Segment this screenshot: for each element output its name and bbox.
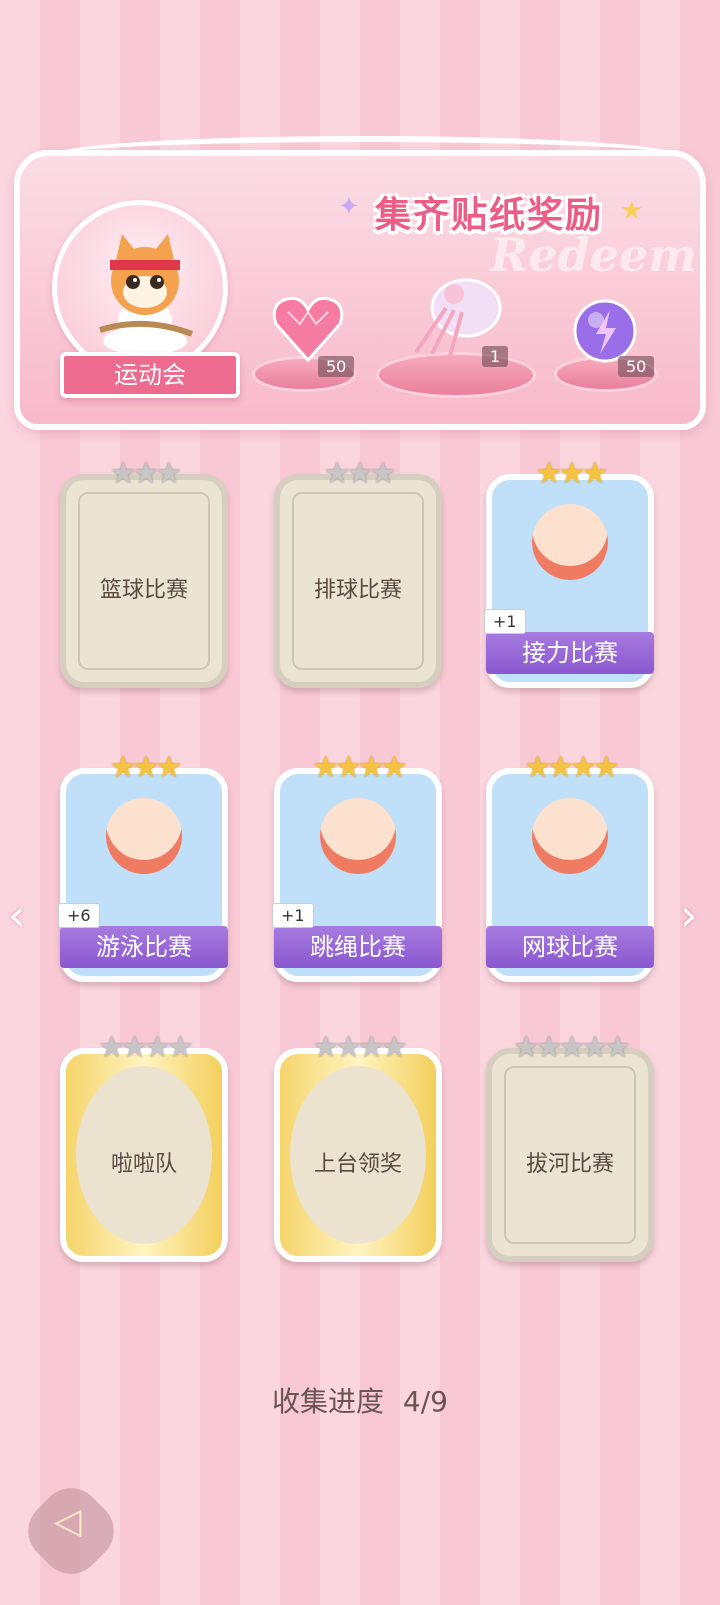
character-art-icon [106,798,182,874]
card-frame: 接力比赛 +1 [484,474,654,688]
card-frame: 跳绳比赛 +1 [272,768,442,982]
card-rarity-stars: ★★★ [60,750,228,785]
star-deco-icon: ★ [620,196,644,226]
star-icon: ★ [132,456,160,491]
star-icon: ★ [323,456,351,491]
banner-watermark: Redeem [490,228,697,282]
heart-gem-icon[interactable] [270,292,346,364]
star-icon: ★ [335,750,362,785]
star-icon: ★ [121,1030,148,1065]
prev-page-arrow[interactable]: ‹ [8,890,26,941]
sticker-card[interactable]: 篮球比赛 ★★★ [60,456,228,688]
card-frame: 游泳比赛 +6 [58,768,228,982]
sticker-card[interactable]: 排球比赛 ★★★ [274,456,442,688]
duplicate-count-badge: +6 [58,903,100,928]
star-icon: ★ [109,750,137,785]
card-name-label: 游泳比赛 [60,926,228,968]
star-icon: ★ [98,1030,125,1065]
star-icon: ★ [604,1030,631,1065]
lightning-orb-icon[interactable] [572,298,638,364]
card-frame: 上台领奖 [274,1048,442,1262]
star-icon: ★ [144,1030,171,1065]
banner-arc [50,136,680,176]
event-name-tag: 运动会 [60,352,240,398]
card-name-label: 啦啦队 [110,1152,177,1177]
star-icon: ★ [132,750,160,785]
card-name-label: 网球比赛 [486,926,654,968]
reward-count: 50 [318,356,355,377]
star-icon: ★ [547,750,574,785]
reward-count: 50 [618,356,655,377]
card-frame: 拔河比赛 [486,1048,654,1262]
sticker-card[interactable]: 接力比赛 +1 ★★★ [484,456,654,688]
reward-pedestal [376,352,536,398]
card-name-label: 排球比赛 [313,578,402,603]
star-icon: ★ [369,456,396,491]
card-rarity-stars: ★★★ [274,456,442,491]
sticker-card[interactable]: 啦啦队 ★★★★ [60,1030,228,1262]
card-name-label: 拔河比赛 [525,1152,614,1177]
star-icon: ★ [358,750,385,785]
sticker-card[interactable]: 上台领奖 ★★★★ [274,1030,442,1262]
star-icon: ★ [380,1030,408,1065]
star-icon: ★ [155,456,182,491]
sticker-card[interactable]: 拔河比赛 ★★★★★ [486,1030,654,1262]
card-rarity-stars: ★★★★ [274,750,442,785]
collection-progress: 收集进度 4/9 [0,1380,720,1420]
character-art-icon [532,504,608,580]
star-icon: ★ [358,1030,385,1065]
duplicate-count-badge: +1 [484,609,526,634]
star-icon: ★ [570,750,597,785]
card-frame: 网球比赛 [486,768,654,982]
reward-count: 1 [482,346,509,367]
card-rarity-stars: ★★★★★ [486,1030,654,1065]
star-icon: ★ [535,1030,563,1065]
sticker-card[interactable]: 网球比赛 ★★★★ [486,750,654,982]
character-art-icon [320,798,396,874]
card-rarity-stars: ★★★ [60,456,228,491]
star-icon: ★ [166,1030,194,1065]
character-art-icon [532,798,608,874]
progress-label: 收集进度 [272,1385,385,1418]
card-name-label: 接力比赛 [486,632,654,674]
sticker-card[interactable]: 游泳比赛 +6 ★★★ [58,750,228,982]
star-icon: ★ [312,750,339,785]
star-icon: ★ [346,456,374,491]
star-icon: ★ [155,750,182,785]
card-rarity-stars: ★★★★ [274,1030,442,1065]
star-icon: ★ [109,456,137,491]
card-name-label: 跳绳比赛 [274,926,442,968]
cat-mascot-icon [99,234,194,355]
card-name-label: 上台领奖 [313,1152,402,1177]
star-icon: ★ [380,750,408,785]
star-icon: ★ [512,1030,540,1065]
star-icon: ★ [335,1030,362,1065]
progress-value: 4/9 [402,1385,448,1418]
star-icon: ★ [558,1030,586,1065]
star-icon: ★ [581,1030,608,1065]
star-icon: ★ [312,1030,339,1065]
next-page-arrow[interactable]: › [680,890,698,941]
card-rarity-stars: ★★★ [486,456,654,491]
card-frame: 排球比赛 [274,474,442,688]
back-button[interactable]: ◁ [15,1475,127,1587]
star-deco-icon: ✦ [338,192,360,222]
duplicate-count-badge: +1 [272,903,314,928]
card-name-label: 篮球比赛 [99,578,188,603]
star-icon: ★ [524,750,551,785]
card-rarity-stars: ★★★★ [60,1030,228,1065]
reward-banner: ✦ 集齐贴纸奖励 ★ Redeem 运动会 50 1 50 [14,136,706,430]
card-rarity-stars: ★★★★ [486,750,654,785]
sticker-card[interactable]: 跳绳比赛 +1 ★★★★ [272,750,442,982]
back-arrow-icon: ◁ [53,1500,82,1542]
star-icon: ★ [558,456,586,491]
card-frame: 啦啦队 [60,1048,228,1262]
ribbon-bow-icon[interactable] [406,268,506,358]
star-icon: ★ [535,456,563,491]
star-icon: ★ [592,750,620,785]
star-icon: ★ [581,456,608,491]
card-frame: 篮球比赛 [60,474,228,688]
